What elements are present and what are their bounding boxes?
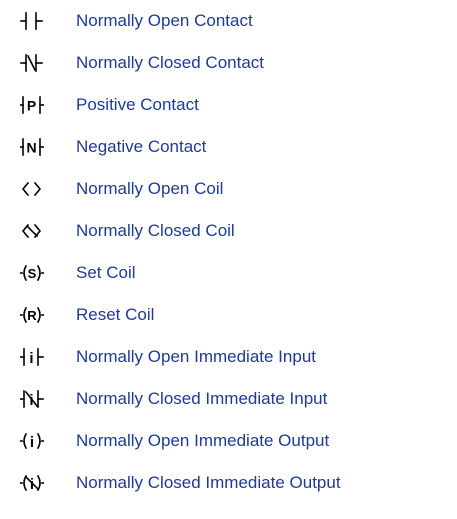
menu-item-negative-contact[interactable]: N Negative Contact: [0, 126, 457, 168]
menu-item-normally-closed-contact[interactable]: Normally Closed Contact: [0, 42, 457, 84]
menu-item-label: Normally Open Contact: [76, 11, 253, 30]
menu-item-label: Normally Closed Immediate Input: [76, 389, 328, 408]
menu-item-normally-open-immediate-output[interactable]: i Normally Open Immediate Output: [0, 420, 457, 462]
menu-item-label: Normally Open Immediate Input: [76, 347, 316, 366]
menu-item-label: Set Coil: [76, 263, 136, 282]
positive-contact-glyph: P: [27, 98, 36, 114]
normally-open-immediate-output-icon: i: [20, 426, 44, 456]
menu-item-label: Negative Contact: [76, 137, 207, 156]
normally-closed-immediate-input-icon: i: [20, 384, 44, 414]
negative-contact-glyph: N: [26, 140, 36, 156]
menu-item-normally-open-coil[interactable]: Normally Open Coil: [0, 168, 457, 210]
menu-item-positive-contact[interactable]: P Positive Contact: [0, 84, 457, 126]
menu-item-reset-coil[interactable]: R Reset Coil: [0, 294, 457, 336]
menu-item-normally-closed-immediate-input[interactable]: i Normally Closed Immediate Input: [0, 378, 457, 420]
menu-item-label: Reset Coil: [76, 305, 155, 324]
normally-open-coil-icon: [20, 174, 44, 204]
normally-open-immediate-input-icon: i: [20, 342, 44, 372]
menu-item-normally-closed-immediate-output[interactable]: i Normally Closed Immediate Output: [0, 462, 457, 504]
reset-coil-glyph: R: [27, 308, 37, 323]
menu-item-label: Normally Closed Coil: [76, 221, 235, 240]
positive-contact-icon: P: [20, 90, 44, 120]
menu-item-label: Normally Closed Immediate Output: [76, 473, 341, 492]
menu-item-label: Positive Contact: [76, 95, 199, 114]
immediate-input-glyph: i: [29, 350, 33, 367]
immediate-output-glyph: i: [30, 434, 34, 451]
set-coil-glyph: S: [28, 266, 37, 281]
menu-item-set-coil[interactable]: S Set Coil: [0, 252, 457, 294]
menu-item-normally-closed-coil[interactable]: Normally Closed Coil: [0, 210, 457, 252]
set-coil-icon: S: [20, 258, 44, 288]
menu-item-label: Normally Open Immediate Output: [76, 431, 330, 450]
menu-item-normally-open-contact[interactable]: Normally Open Contact: [0, 0, 457, 42]
reset-coil-icon: R: [20, 300, 44, 330]
menu-item-label: Normally Open Coil: [76, 179, 224, 198]
normally-closed-immediate-output-icon: i: [20, 468, 44, 498]
menu-item-normally-open-immediate-input[interactable]: i Normally Open Immediate Input: [0, 336, 457, 378]
normally-open-contact-icon: [20, 6, 44, 36]
normally-closed-coil-icon: [20, 216, 44, 246]
menu-item-label: Normally Closed Contact: [76, 53, 265, 72]
negative-contact-icon: N: [20, 132, 44, 162]
normally-closed-contact-icon: [20, 48, 44, 78]
